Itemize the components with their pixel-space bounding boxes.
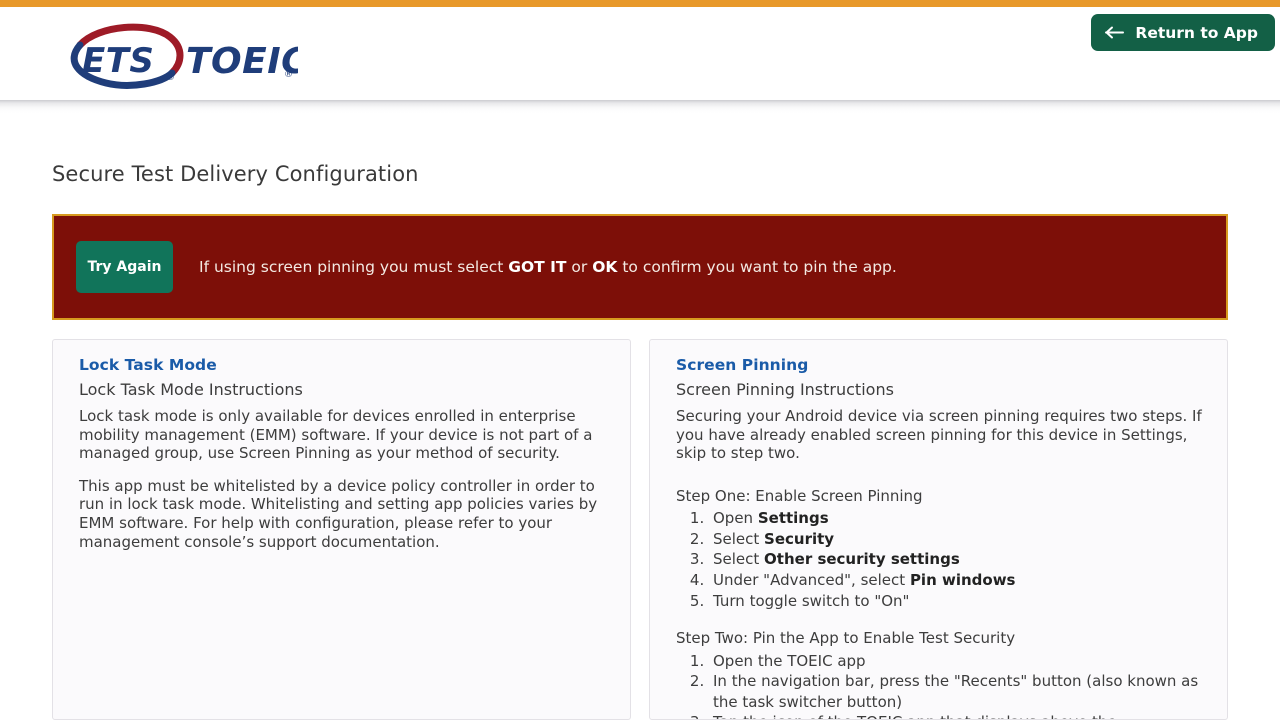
instruction-cards-row: Lock Task Mode Lock Task Mode Instructio…	[52, 339, 1228, 720]
list-item-text: Turn toggle switch to "On"	[713, 591, 910, 610]
list-item-emphasis: Other security settings	[764, 550, 960, 569]
svg-text:®: ®	[284, 70, 293, 80]
card-title: Screen Pinning	[676, 356, 809, 374]
list-item: Select Other security settings	[709, 549, 1202, 570]
return-to-app-button[interactable]: Return to App	[1091, 14, 1275, 51]
list-item-text: Select	[713, 529, 765, 548]
svg-text:TOEIC: TOEIC	[186, 41, 298, 82]
card-lock-task-mode: Lock Task Mode Lock Task Mode Instructio…	[52, 339, 631, 720]
list-item-text: Open the TOEIC app	[713, 651, 866, 670]
list-item-text: In the navigation bar, press the "Recent…	[713, 672, 1199, 711]
svg-text:ETS: ETS	[82, 41, 154, 81]
ets-toeic-logo: ETS ® TOEIC ®	[58, 23, 298, 91]
list-item: Tap the icon of the TOEIC app that displ…	[709, 712, 1202, 719]
try-again-button[interactable]: Try Again	[76, 241, 173, 293]
list-item-emphasis: Settings	[757, 509, 829, 528]
list-item-emphasis: Pin windows	[909, 571, 1016, 590]
alert-message-part2: or	[566, 257, 593, 276]
page-body: Secure Test Delivery Configuration Try A…	[0, 114, 1280, 720]
screen-pinning-alert-banner: Try Again If using screen pinning you mu…	[52, 214, 1228, 320]
list-item: In the navigation bar, press the "Recent…	[709, 671, 1202, 712]
alert-message-bold2: OK	[592, 257, 618, 276]
list-item-text: Under "Advanced", select	[713, 571, 910, 590]
list-item: Select Security	[709, 529, 1202, 550]
return-to-app-label: Return to App	[1135, 23, 1258, 42]
header-shadow	[0, 100, 1280, 114]
step-two-list: Open the TOEIC app In the navigation bar,…	[676, 651, 1202, 719]
card-paragraph: Securing your Android device via screen …	[676, 407, 1202, 463]
alert-message-part1: If using screen pinning you must select	[199, 257, 509, 276]
list-item: Under "Advanced", select Pin windows	[709, 570, 1202, 591]
list-item-text: Open	[713, 509, 758, 528]
list-item-text: Select	[713, 550, 765, 569]
step-one-list: Open SettingsSelect SecuritySelect Other…	[676, 508, 1202, 611]
step-one-heading: Step One: Enable Screen Pinning	[676, 486, 923, 505]
card-subtitle: Lock Task Mode Instructions	[79, 380, 303, 399]
card-screen-pinning: Screen Pinning Screen Pinning Instructio…	[649, 339, 1228, 720]
card-subtitle: Screen Pinning Instructions	[676, 380, 894, 399]
list-item: Open the TOEIC app	[709, 651, 1202, 672]
app-header: ETS ® TOEIC ® Return to App	[0, 7, 1280, 100]
list-item-text: Tap the icon of the TOEIC app that displ…	[713, 713, 1117, 719]
alert-message-part3: to confirm you want to pin the app.	[617, 257, 897, 276]
arrow-left-icon	[1105, 26, 1125, 39]
alert-message: If using screen pinning you must select …	[199, 257, 897, 277]
card-title: Lock Task Mode	[79, 356, 217, 374]
step-two-heading: Step Two: Pin the App to Enable Test Sec…	[676, 629, 1016, 648]
list-item-emphasis: Security	[764, 529, 835, 548]
page-title: Secure Test Delivery Configuration	[52, 162, 419, 186]
alert-message-bold1: GOT IT	[508, 257, 567, 276]
card-paragraph: Lock task mode is only available for dev…	[79, 407, 593, 463]
top-accent-bar	[0, 0, 1280, 7]
list-item: Turn toggle switch to "On"	[709, 591, 1202, 612]
svg-text:®: ®	[166, 73, 175, 83]
card-paragraph: This app must be whitelisted by a device…	[79, 476, 598, 551]
list-item: Open Settings	[709, 508, 1202, 529]
